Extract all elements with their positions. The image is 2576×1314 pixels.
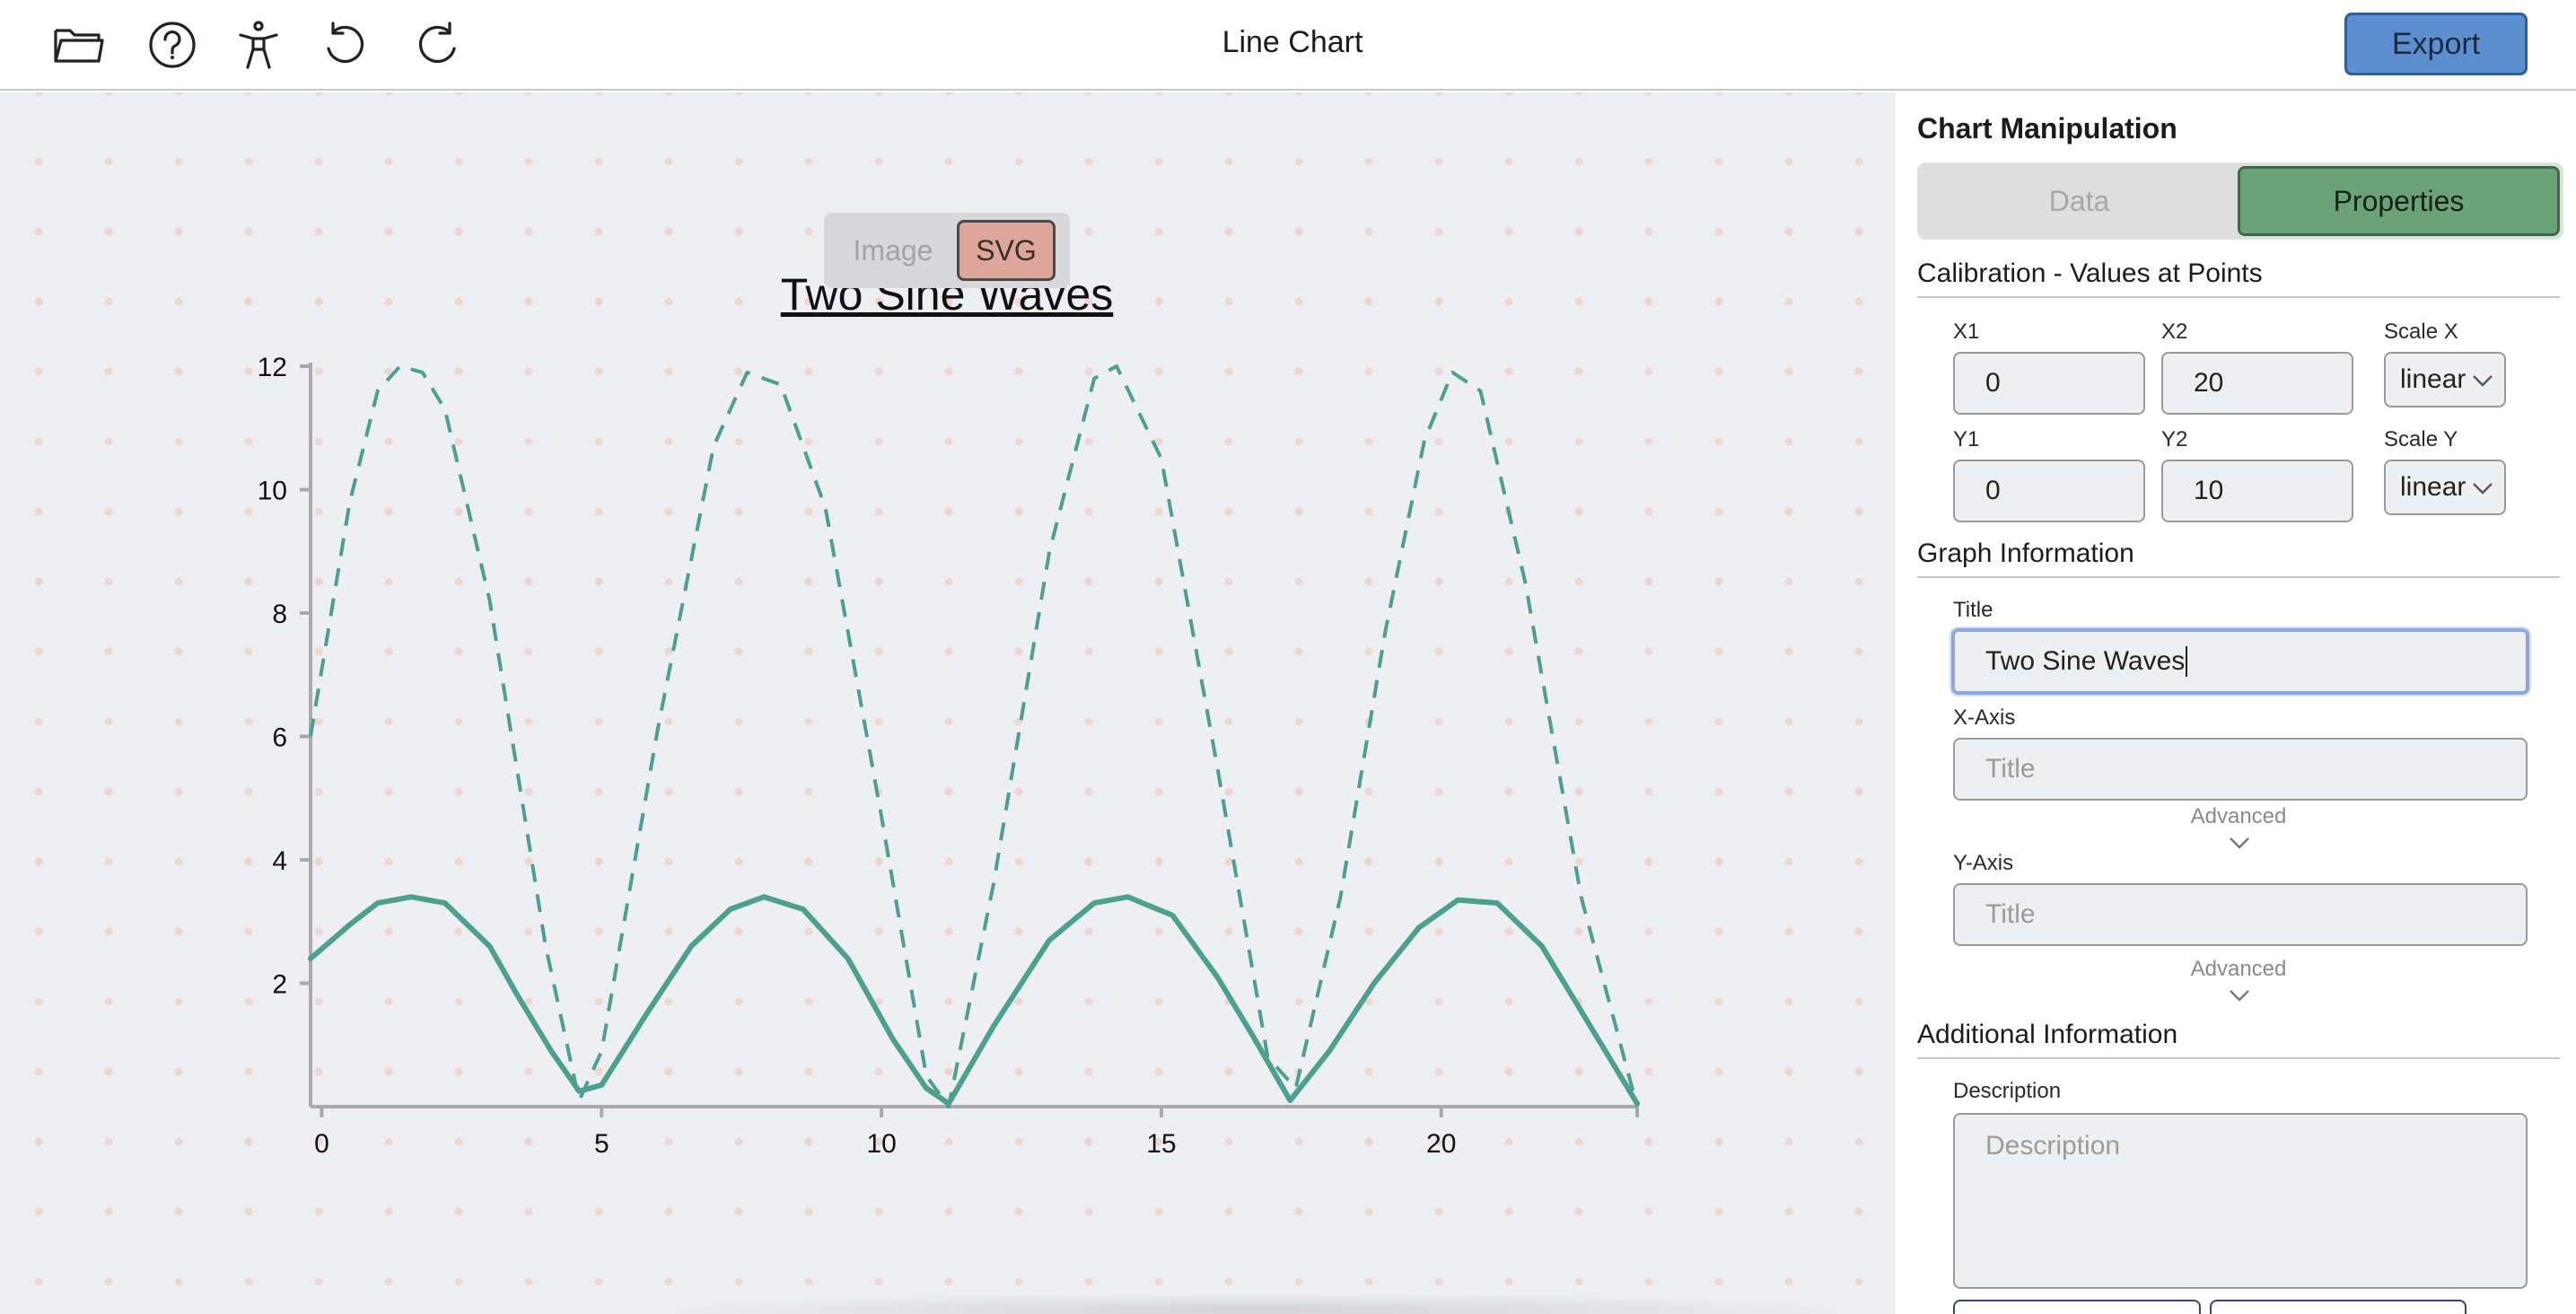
- solid-series-line: [308, 894, 1640, 1107]
- scale-x-value: linear: [2400, 364, 2466, 394]
- title-input-value: Two Sine Waves: [1985, 646, 2186, 676]
- dashed-series-line: [309, 364, 1639, 1108]
- y-tick-label: 12: [258, 353, 287, 382]
- export-button[interactable]: Export: [2344, 13, 2528, 75]
- folder-open-icon[interactable]: [50, 16, 108, 74]
- chevron-down-icon: [2473, 375, 2493, 387]
- canvas-shadow: [628, 1292, 1885, 1314]
- description-textarea[interactable]: Description: [1953, 1113, 2528, 1289]
- undo-icon[interactable]: [316, 16, 373, 74]
- x1-field[interactable]: 0: [1953, 352, 2145, 415]
- view-toggle: Image SVG: [824, 213, 1070, 288]
- title-label: Title: [1953, 598, 1993, 622]
- accessibility-icon[interactable]: [230, 16, 287, 74]
- x-tick-label: 5: [594, 1129, 609, 1159]
- y-tick-label: 4: [272, 846, 287, 876]
- scale-x-label: Scale X: [2384, 320, 2458, 344]
- calibration-heading: Calibration - Values at Points: [1917, 258, 2560, 298]
- scale-y-value: linear: [2400, 472, 2466, 502]
- x-tick-label: 20: [1426, 1129, 1456, 1159]
- x-axis-advanced-toggle[interactable]: Advanced: [2140, 804, 2337, 829]
- y-axis-advanced-toggle[interactable]: Advanced: [2140, 957, 2337, 982]
- chart-canvas: Two Sine Waves 0 5 10 15 20 2 4 6 8 10 12 Image SVG: [0, 92, 1896, 1314]
- y1-field[interactable]: 0: [1953, 460, 2145, 522]
- panel-title: Chart Manipulation: [1917, 112, 2177, 145]
- y2-field[interactable]: 10: [2161, 460, 2353, 522]
- redo-icon[interactable]: [409, 16, 467, 74]
- x-axis-label: X-Axis: [1953, 705, 2016, 730]
- scale-x-select[interactable]: linear: [2384, 352, 2506, 407]
- additional-info-heading: Additional Information: [1917, 1020, 2560, 1059]
- text-caret: [2186, 646, 2188, 677]
- scale-y-label: Scale Y: [2384, 427, 2458, 451]
- chevron-down-icon[interactable]: [2227, 987, 2252, 1003]
- title-input[interactable]: Two Sine Waves: [1951, 628, 2529, 695]
- toggle-svg-option[interactable]: SVG: [957, 220, 1056, 281]
- graph-info-heading: Graph Information: [1917, 539, 2560, 578]
- scale-y-select[interactable]: linear: [2384, 460, 2506, 515]
- app-title: Line Chart: [1222, 25, 1363, 59]
- description-label: Description: [1953, 1079, 2062, 1103]
- x-tick-label: 10: [866, 1129, 896, 1159]
- y-tick-label: 10: [258, 477, 287, 506]
- panel-tabs: Data Properties: [1917, 162, 2563, 240]
- y-tick-label: 2: [272, 970, 287, 1000]
- tab-properties[interactable]: Properties: [2238, 166, 2560, 236]
- y-axis-label: Y-Axis: [1953, 851, 2014, 875]
- y2-label: Y2: [2161, 427, 2188, 451]
- tab-data[interactable]: Data: [1921, 166, 2238, 236]
- panel-bottom-button-left[interactable]: [1953, 1300, 2201, 1314]
- y-tick-label: 6: [272, 723, 287, 753]
- y-tick-label: 8: [272, 600, 287, 629]
- x1-label: X1: [1953, 320, 1980, 344]
- chevron-down-icon: [2473, 483, 2493, 495]
- x2-field[interactable]: 20: [2161, 352, 2353, 415]
- panel-bottom-button-right[interactable]: [2210, 1300, 2466, 1314]
- toggle-image-option[interactable]: Image: [829, 220, 957, 281]
- chevron-down-icon[interactable]: [2227, 835, 2252, 851]
- y-axis-title-input[interactable]: Title: [1953, 883, 2528, 946]
- x-tick-label: 0: [314, 1129, 329, 1159]
- y1-label: Y1: [1953, 427, 1980, 451]
- x2-label: X2: [2161, 320, 2188, 344]
- x-tick-label: 15: [1146, 1129, 1176, 1159]
- x-axis-title-input[interactable]: Title: [1953, 738, 2528, 801]
- help-circle-icon[interactable]: [144, 16, 201, 74]
- top-toolbar: Line Chart Export: [0, 0, 2576, 91]
